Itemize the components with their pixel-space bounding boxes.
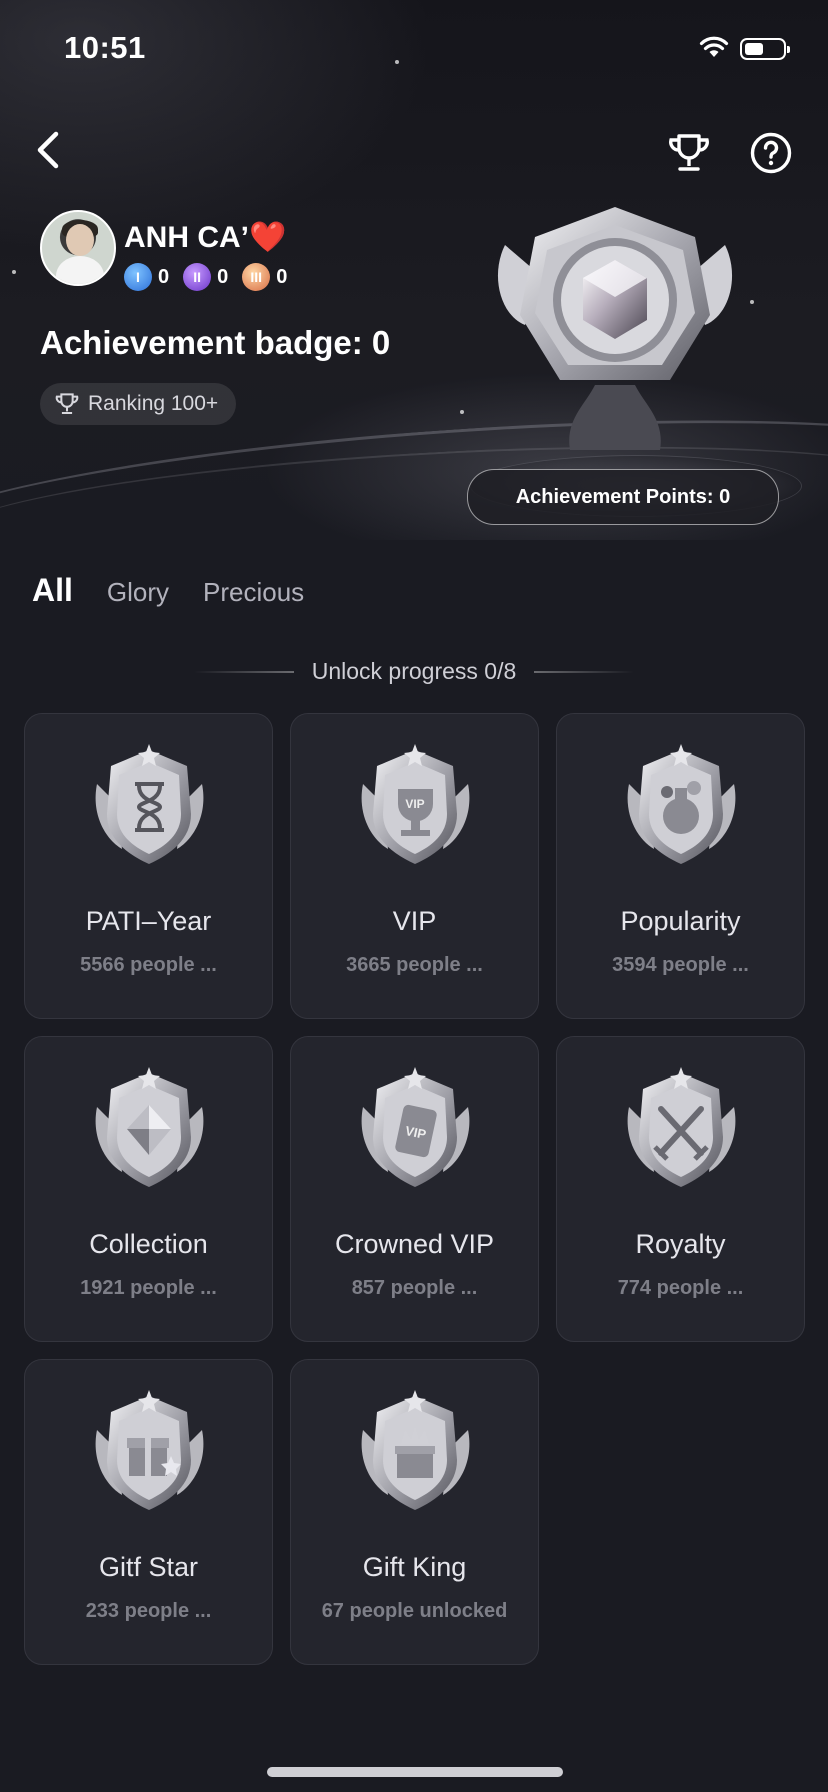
badge-card[interactable]: VIP Crowned VIP 857 people ... [290,1036,539,1342]
wifi-icon [699,36,729,57]
unlock-progress: Unlock progress 0/8 [0,658,828,685]
badge-card[interactable]: Gift King 67 people unlocked [290,1359,539,1665]
vip-card-badge-icon: VIP [361,1067,470,1187]
badge-card[interactable]: PATI–Year 5566 people ... [24,713,273,1019]
badge-unlock-count: 3665 people ... [346,954,483,976]
badge-grid: PATI–Year 5566 people ... VIP VIP 3665 peopl… [24,713,805,1665]
hourglass-badge-icon [95,744,204,864]
badge-name: Royalty [635,1229,726,1259]
medal-count: 0 [276,265,288,288]
blue-medal-icon: I [124,263,152,291]
tab-glory[interactable]: Glory [107,577,169,608]
unlock-progress-label: Unlock progress 0/8 [311,658,517,684]
medal-count: 0 [158,265,170,288]
badge-name: Crowned VIP [334,1229,495,1259]
badge-unlock-count: 857 people ... [351,1277,478,1299]
badge-unlock-count: 67 people unlocked [321,1600,508,1622]
svg-text:VIP: VIP [405,797,424,811]
medal-count-gold: III 0 [242,263,287,291]
badge-unlock-count: 5566 people ... [80,954,217,976]
badge-name: PATI–Year [85,906,212,936]
achievement-trophy-icon [497,207,733,450]
vip-trophy-badge-icon: VIP [361,744,470,864]
ranking-pill[interactable]: Ranking 100+ [40,383,237,425]
badge-card[interactable]: Gitf Star 233 people ... [24,1359,273,1665]
crystal-badge-icon [95,1067,204,1187]
badge-unlock-count: 233 people ... [85,1600,212,1622]
achievement-badge-title: Achievement badge: 0 [40,324,391,361]
medal-count-purple: II 0 [183,263,228,291]
divider [193,670,294,673]
badge-card[interactable]: Royalty 774 people ... [556,1036,805,1342]
status-time: 10:51 [64,30,146,65]
badge-unlock-count: 1921 people ... [80,1277,217,1299]
badge-name: Popularity [620,906,741,936]
sparkle [750,300,754,304]
avatar[interactable] [40,210,116,286]
back-button[interactable] [28,128,72,172]
medal-count-blue: I 0 [124,263,169,291]
badge-name: Gift King [362,1552,467,1582]
potion-badge-icon [627,744,736,864]
sparkle [12,270,16,274]
badge-name: Gitf Star [98,1552,199,1582]
tab-all[interactable]: All [32,572,73,609]
status-bar: 10:51 [0,0,828,100]
medal-count: 0 [217,265,229,288]
badge-unlock-count: 774 people ... [617,1277,744,1299]
badge-card[interactable]: VIP VIP 3665 people ... [290,713,539,1019]
badge-name: VIP [392,906,437,936]
trophy-icon [55,393,79,415]
gift-star-badge-icon [95,1390,204,1510]
battery-icon [740,38,790,60]
category-tabs: All Glory Precious [32,572,304,609]
gift-king-badge-icon [361,1390,470,1510]
medal-counts: I 0 II 0 III 0 [124,263,287,291]
help-icon[interactable] [748,130,794,176]
badge-name: Collection [89,1229,208,1259]
divider [534,670,635,673]
purple-medal-icon: II [183,263,212,291]
ranking-label: Ranking 100+ [88,392,219,415]
badge-card[interactable]: Popularity 3594 people ... [556,713,805,1019]
badge-card[interactable]: Collection 1921 people ... [24,1036,273,1342]
crossed-swords-badge-icon [627,1067,736,1187]
home-indicator[interactable] [267,1767,563,1777]
username: ANH CAʼ❤️ [124,221,287,254]
sparkle [460,410,464,414]
badge-unlock-count: 3594 people ... [612,954,749,976]
gold-medal-icon: III [242,263,271,291]
achievement-points-button[interactable]: Achievement Points: 0 [467,469,779,525]
trophy-icon[interactable] [666,130,712,176]
tab-precious[interactable]: Precious [203,577,304,608]
